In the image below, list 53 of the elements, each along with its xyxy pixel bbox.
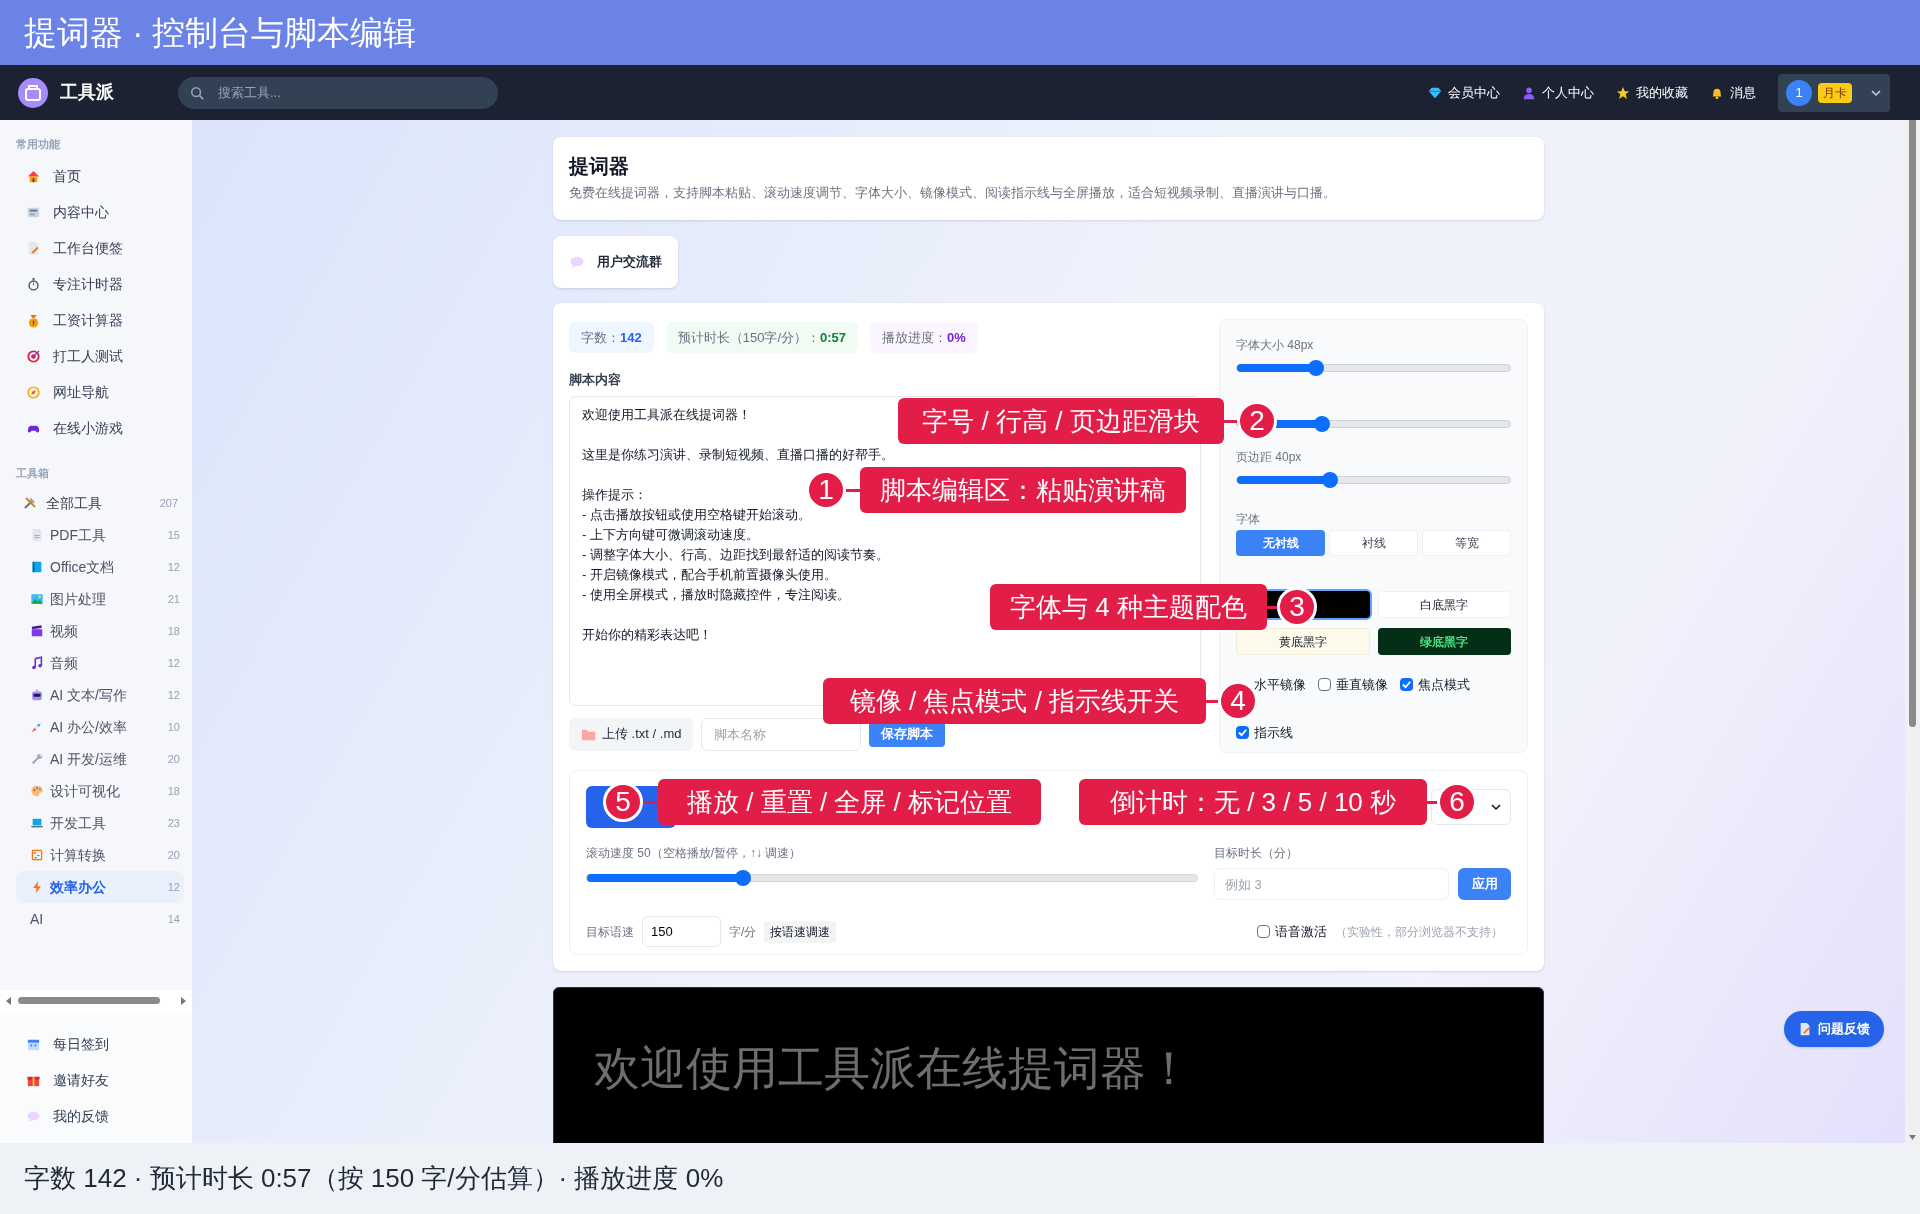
item-count: 12 — [167, 879, 180, 895]
editor-line: 这里是你练习演讲、录制短视频、直播口播的好帮手。 — [582, 445, 894, 464]
window-title: 提词器 · 控制台与脚本编辑 — [24, 12, 417, 53]
field-label: 字体 — [1236, 511, 1261, 528]
status-text: 字数 142 · 预计时长 0:57（按 150 字/分估算）· 播放进度 0% — [24, 1162, 724, 1195]
item-count: 20 — [167, 751, 180, 767]
item-count: 207 — [159, 495, 178, 511]
callout-tooltip: 播放 / 重置 / 全屏 / 标记位置 — [658, 779, 1041, 825]
editor-line: 操作提示： — [582, 485, 647, 504]
item-count: 15 — [167, 527, 180, 543]
editor-line: - 使用全屏模式，播放时隐藏控件，专注阅读。 — [582, 585, 850, 604]
editor-line: - 上下方向键可微调滚动速度。 — [582, 525, 759, 544]
callout-tooltip: 镜像 / 焦点模式 / 指示线开关 — [823, 678, 1206, 724]
user-avatar: 1 — [1786, 79, 1812, 106]
hint-text: （实验性，部分浏览器不支持） — [1335, 923, 1503, 941]
membership-badge: 月卡 — [1818, 82, 1852, 103]
checkbox-label: 指示线 — [1254, 723, 1293, 742]
item-count: 12 — [167, 559, 180, 575]
field-label: 目标语速 — [586, 923, 634, 941]
field-label: 目标时长（分） — [1214, 845, 1299, 862]
page-heading: 提词器 — [569, 154, 630, 179]
checkbox-label: 语音激活 — [1275, 922, 1327, 941]
editor-line: - 调整字体大小、行高、边距找到最舒适的阅读节奏。 — [582, 545, 889, 564]
item-count: 18 — [167, 623, 180, 639]
section-heading: 工具箱 — [16, 465, 50, 481]
callout-tooltip: 倒计时：无 / 3 / 5 / 10 秒 — [1079, 779, 1427, 825]
editor-line: - 开启镜像模式，配合手机前置摄像头使用。 — [582, 565, 837, 584]
checkbox-label: 垂直镜像 — [1336, 676, 1388, 694]
unit-label: 字/分 — [729, 923, 757, 941]
item-count: 12 — [167, 655, 180, 671]
editor-line: 欢迎使用工具派在线提词器！ — [582, 405, 751, 424]
callout-tooltip: 字体与 4 种主题配色 — [990, 584, 1267, 630]
stat-chip: 预计时长（150字/分）：0:57 — [665, 322, 859, 353]
stat-chip: 字数：142 — [569, 322, 654, 353]
item-count: 21 — [167, 591, 180, 607]
page-description: 免费在线提词器，支持脚本粘贴、滚动速度调节、字体大小、镜像模式、阅读指示线与全屏播放，适合短视频录制、直播演讲与口播。 — [569, 184, 1337, 202]
item-count: 23 — [167, 815, 180, 831]
field-label: 脚本内容 — [569, 371, 622, 389]
callout-tooltip: 脚本编辑区：粘贴演讲稿 — [860, 467, 1186, 513]
item-count: 10 — [167, 719, 180, 735]
item-count: 18 — [167, 783, 180, 799]
callout-tooltip: 字号 / 行高 / 页边距滑块 — [898, 398, 1224, 444]
slider-label: 滚动速度 50（空格播放/暂停，↑↓ 调速） — [586, 845, 803, 862]
slider-label: 页边距 40px — [1236, 449, 1303, 466]
section-heading: 常用功能 — [16, 137, 61, 152]
checkbox-label: 焦点模式 — [1418, 676, 1470, 694]
preview-text: 欢迎使用工具派在线提词器！ — [594, 1041, 1193, 1096]
item-count: 14 — [167, 911, 180, 927]
item-count: 20 — [167, 847, 180, 863]
editor-line: 开始你的精彩表达吧！ — [582, 625, 712, 644]
item-count: 12 — [167, 687, 180, 703]
slider-label: 字体大小 48px — [1236, 337, 1315, 354]
stat-chip: 播放进度：0% — [870, 322, 978, 353]
